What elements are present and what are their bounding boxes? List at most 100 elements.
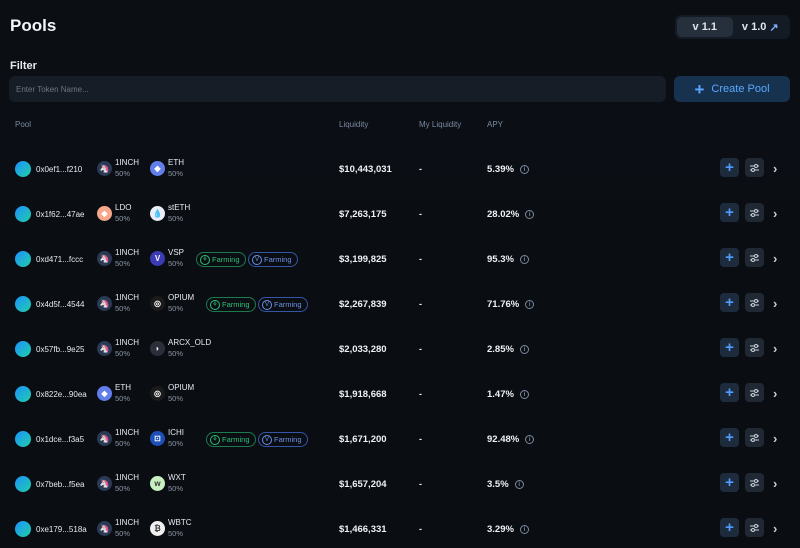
info-icon[interactable]: i: [519, 345, 529, 354]
farming-badge[interactable]: ⚘ Farming: [206, 297, 256, 312]
pool-settings-button[interactable]: [745, 428, 764, 447]
token-weight: 50%: [115, 439, 131, 448]
pool-my-liquidity: -: [419, 479, 422, 489]
eth-icon: ◆: [150, 161, 165, 176]
pool-settings-button[interactable]: [745, 518, 764, 537]
token-weight: 50%: [115, 529, 131, 538]
apy-value: 92.48%: [487, 434, 520, 445]
pool-settings-button[interactable]: [745, 158, 764, 177]
pool-row[interactable]: 0x0ef1...f210 🦄 1INCH 50% ◆ ETH 50% $10,…: [0, 154, 800, 199]
token-symbol: 1INCH: [115, 428, 140, 437]
sliders-icon: [750, 208, 759, 217]
pool-address: 0x1f62...47ae: [36, 210, 85, 219]
chevron-right-icon[interactable]: ›: [773, 476, 777, 491]
add-liquidity-button[interactable]: +: [720, 158, 739, 177]
pool-row[interactable]: 0x1dce...f3a5 🦄 1INCH 50% ⊡ ICHI 50% ⚘ F…: [0, 424, 800, 469]
token-search-input[interactable]: [9, 76, 666, 102]
token-symbol: WXT: [168, 473, 186, 482]
info-icon[interactable]: i: [519, 165, 529, 174]
farming-label: Farming: [264, 255, 292, 264]
pool-my-liquidity: -: [419, 254, 422, 264]
chevron-right-icon[interactable]: ›: [773, 251, 777, 266]
add-liquidity-button[interactable]: +: [720, 293, 739, 312]
farming-badge[interactable]: ⚘ Farming: [196, 252, 246, 267]
pool-my-liquidity: -: [419, 164, 422, 174]
pool-row[interactable]: 0xe179...518a 🦄 1INCH 50% ₿ WBTC 50% $1,…: [0, 514, 800, 548]
pool-row[interactable]: 0x822e...90ea ◆ ETH 50% ◎ OPIUM 50% $1,9…: [0, 379, 800, 424]
pool-liquidity: $3,199,825: [339, 254, 387, 265]
chevron-right-icon[interactable]: ›: [773, 431, 777, 446]
add-liquidity-button[interactable]: +: [720, 383, 739, 402]
add-liquidity-button[interactable]: +: [720, 428, 739, 447]
pool-settings-button[interactable]: [745, 293, 764, 312]
version-label: v 1.1: [692, 21, 717, 33]
token-symbol: 1INCH: [115, 473, 140, 482]
pool-row[interactable]: 0xd471...fccc 🦄 1INCH 50% V VSP 50% ⚘ Fa…: [0, 244, 800, 289]
wxt-icon: w: [150, 476, 165, 491]
pool-apy: 71.76% i: [487, 299, 535, 310]
create-pool-label: Create Pool: [711, 83, 770, 95]
farming-icon: ⚘: [200, 254, 210, 265]
info-icon[interactable]: i: [525, 300, 535, 309]
version-tab-v1-0[interactable]: v 1.0 ↗: [733, 17, 789, 37]
info-icon[interactable]: i: [525, 210, 535, 219]
chevron-right-icon[interactable]: ›: [773, 206, 777, 221]
farming-badge[interactable]: V Farming: [248, 252, 298, 267]
info-icon[interactable]: i: [514, 480, 524, 489]
farming-badge[interactable]: V Farming: [258, 432, 308, 447]
farming-badge[interactable]: ⚘ Farming: [206, 432, 256, 447]
add-liquidity-button[interactable]: +: [720, 338, 739, 357]
add-liquidity-button[interactable]: +: [720, 473, 739, 492]
pool-logo-icon: [15, 296, 31, 312]
token-weight: 50%: [168, 304, 184, 313]
chevron-right-icon[interactable]: ›: [773, 521, 777, 536]
pool-liquidity: $1,657,204: [339, 479, 387, 490]
sliders-icon: [750, 388, 759, 397]
apy-value: 5.39%: [487, 164, 514, 175]
token-weight: 50%: [168, 484, 184, 493]
apy-value: 3.29%: [487, 524, 514, 535]
pool-logo-icon: [15, 341, 31, 357]
info-icon[interactable]: i: [519, 525, 529, 534]
pool-settings-button[interactable]: [745, 383, 764, 402]
pool-row[interactable]: 0x57fb...9e25 🦄 1INCH 50% ◗ ARCX_OLD 50%…: [0, 334, 800, 379]
pool-apy: 1.47% i: [487, 389, 529, 400]
add-liquidity-button[interactable]: +: [720, 248, 739, 267]
version-tab-v1-1[interactable]: v 1.1: [677, 17, 733, 37]
create-pool-button[interactable]: + Create Pool: [674, 76, 790, 102]
pool-apy: 3.29% i: [487, 524, 529, 535]
pool-settings-button[interactable]: [745, 203, 764, 222]
sliders-icon: [750, 298, 759, 307]
info-icon[interactable]: i: [519, 390, 529, 399]
column-header-my-liquidity: My Liquidity: [419, 120, 462, 129]
apy-value: 3.5%: [487, 479, 509, 490]
plus-icon: +: [725, 249, 734, 266]
opium-icon: ◎: [150, 386, 165, 401]
info-icon[interactable]: i: [519, 255, 529, 264]
farming-label: Farming: [212, 255, 240, 264]
chevron-right-icon[interactable]: ›: [773, 341, 777, 356]
chevron-right-icon[interactable]: ›: [773, 161, 777, 176]
opium-icon: ◎: [150, 296, 165, 311]
pool-row[interactable]: 0x7beb...f5ea 🦄 1INCH 50% w WXT 50% $1,6…: [0, 469, 800, 514]
pool-row[interactable]: 0x1f62...47ae ◆ LDO 50% 💧 stETH 50% $7,2…: [0, 199, 800, 244]
pool-apy: 92.48% i: [487, 434, 535, 445]
token-symbol: ETH: [115, 383, 131, 392]
info-icon[interactable]: i: [525, 435, 535, 444]
token-weight: 50%: [115, 169, 131, 178]
pool-my-liquidity: -: [419, 344, 422, 354]
chevron-right-icon[interactable]: ›: [773, 296, 777, 311]
pool-settings-button[interactable]: [745, 338, 764, 357]
pool-liquidity: $2,033,280: [339, 344, 387, 355]
plus-icon: +: [725, 519, 734, 536]
add-liquidity-button[interactable]: +: [720, 203, 739, 222]
add-liquidity-button[interactable]: +: [720, 518, 739, 537]
apy-value: 1.47%: [487, 389, 514, 400]
pool-settings-button[interactable]: [745, 473, 764, 492]
farming-badge[interactable]: V Farming: [258, 297, 308, 312]
chevron-right-icon[interactable]: ›: [773, 386, 777, 401]
sliders-icon: [750, 253, 759, 262]
pool-settings-button[interactable]: [745, 248, 764, 267]
1inch-icon: 🦄: [97, 521, 112, 536]
pool-row[interactable]: 0x4d5f...4544 🦄 1INCH 50% ◎ OPIUM 50% ⚘ …: [0, 289, 800, 334]
